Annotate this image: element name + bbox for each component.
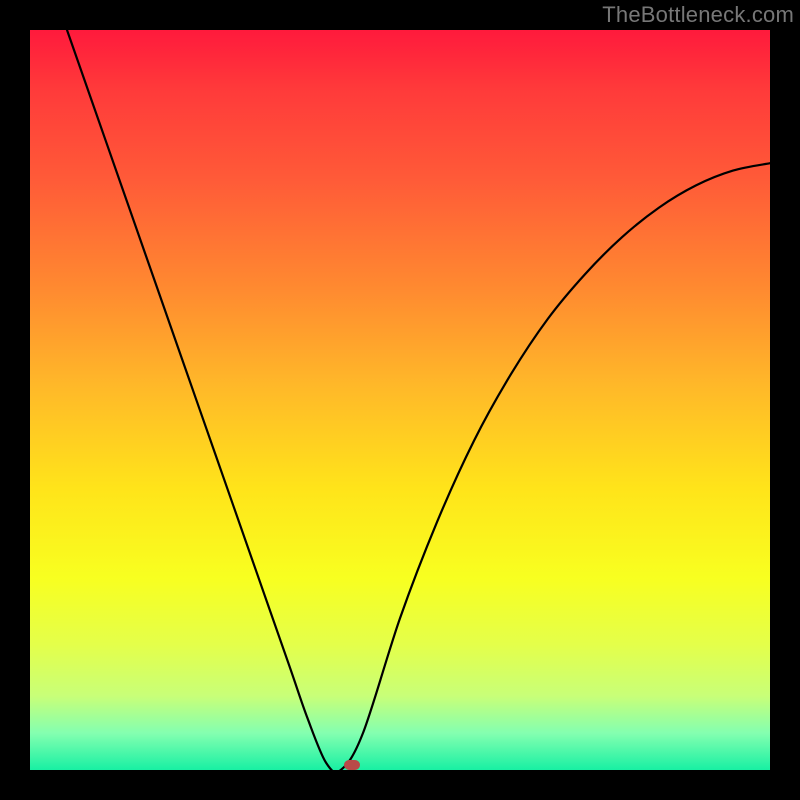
watermark-text: TheBottleneck.com [602, 2, 794, 28]
plot-area [30, 30, 770, 770]
bottleneck-curve [67, 30, 770, 772]
optimum-marker [344, 760, 360, 770]
chart-frame: TheBottleneck.com [0, 0, 800, 800]
curve-svg [30, 30, 770, 770]
